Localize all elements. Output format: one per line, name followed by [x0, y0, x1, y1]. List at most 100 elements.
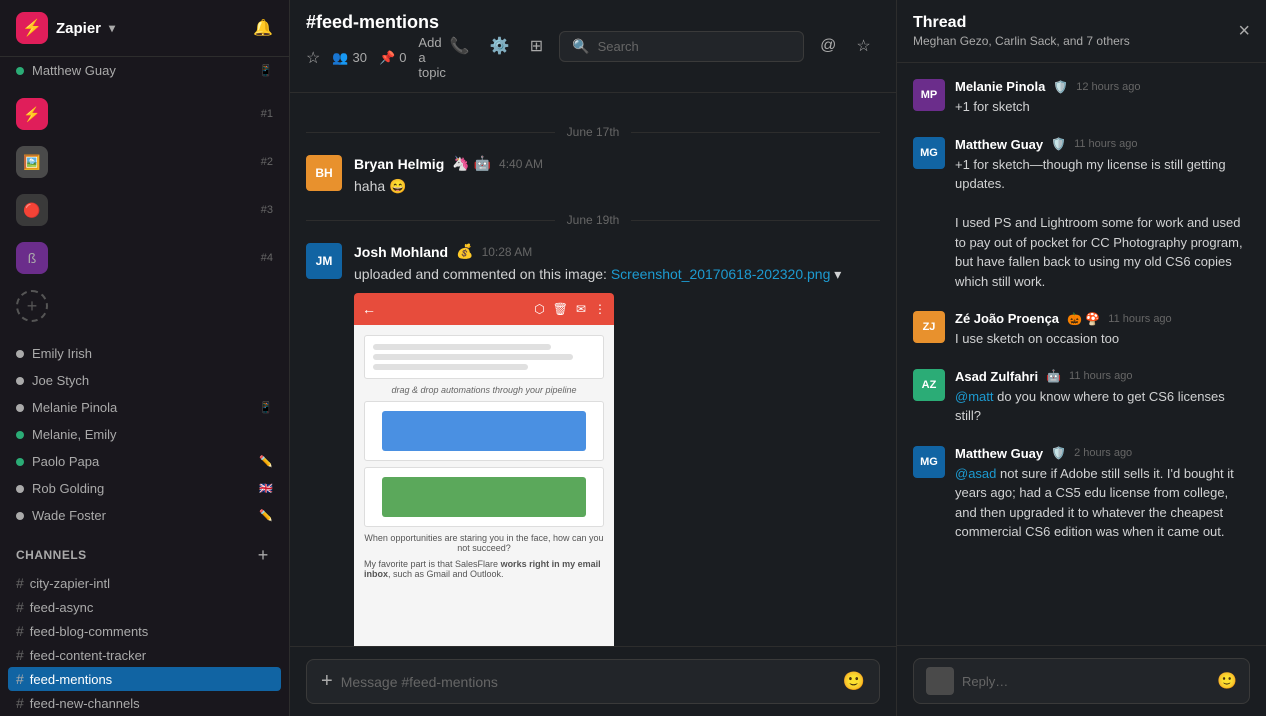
workspace-header: ⚡ Zapier ▾ 🔔 — [0, 0, 289, 57]
channel-feed-async[interactable]: # feed-async — [0, 595, 289, 619]
more-options-icon[interactable]: ⋮ — [887, 32, 896, 60]
apps-section: ⚡ #1 🖼️ #2 🔴 #3 ß #4 + — [0, 84, 289, 336]
message-content-bryan: Bryan Helmig 🦄 🤖 4:40 AM haha 😄 — [354, 155, 880, 197]
thread-msg-content-1: Melanie Pinola 🛡️ 12 hours ago +1 for sk… — [955, 79, 1140, 117]
channel-name: feed-async — [30, 600, 94, 615]
search-input[interactable] — [598, 39, 792, 54]
dm-item-wade[interactable]: Wade Foster ✏️ — [0, 502, 289, 529]
dm-item-melanie-p[interactable]: Melanie Pinola 📱 — [0, 394, 289, 421]
pin-icon: 📌 — [379, 50, 395, 66]
add-attachment-button[interactable]: + — [321, 670, 333, 693]
channel-city-zapier-intl[interactable]: # city-zapier-intl — [0, 571, 289, 595]
channel-name-main: #feed-mentions — [306, 12, 439, 33]
message-author-josh: Josh Mohland — [354, 244, 448, 260]
rob-name: Rob Golding — [32, 481, 251, 496]
thread-header: Thread Meghan Gezo, Carlin Sack, and 7 o… — [897, 0, 1266, 63]
chevron-down-icon: ▾ — [109, 21, 115, 35]
add-topic-button[interactable]: Add a topic — [418, 35, 445, 80]
wade-name: Wade Foster — [32, 508, 251, 523]
workspace-name[interactable]: ⚡ Zapier ▾ — [16, 12, 115, 44]
message-input-box: + 🙂 — [306, 659, 880, 704]
add-apps-icon: + — [16, 290, 48, 322]
channel-hash-icon: # — [16, 575, 24, 591]
date-divider-2: June 19th — [306, 213, 880, 227]
thread-reply-input[interactable] — [962, 674, 1209, 689]
dm-item-paolo[interactable]: Paolo Papa ✏️ — [0, 448, 289, 475]
channel-pins[interactable]: 📌 0 — [379, 50, 406, 66]
phone-icon[interactable]: 📞 — [446, 32, 474, 60]
message-input-area: + 🙂 — [290, 646, 896, 716]
star-icon[interactable]: ☆ — [306, 48, 320, 68]
add-channel-button[interactable]: + — [253, 545, 273, 565]
mention-asad: @asad — [955, 466, 996, 481]
dropdown-icon[interactable]: ▾ — [834, 266, 841, 282]
dm-item-melanie-emily[interactable]: Melanie, Emily — [0, 421, 289, 448]
close-thread-button[interactable]: × — [1238, 20, 1250, 43]
settings-icon[interactable]: ⚙️ — [486, 32, 514, 60]
thread-text-5: @asad not sure if Adobe still sells it. … — [955, 464, 1250, 542]
channel-feed-mentions[interactable]: # feed-mentions — [8, 667, 281, 691]
message-header-bryan: Bryan Helmig 🦄 🤖 4:40 AM — [354, 155, 880, 172]
melanie-emily-name: Melanie, Emily — [32, 427, 273, 442]
app-label-4: #4 — [261, 252, 273, 264]
app-icon-3: 🔴 — [16, 194, 48, 226]
thread-subtitle: Meghan Gezo, Carlin Sack, and 7 others — [913, 34, 1130, 48]
channel-feed-content-tracker[interactable]: # feed-content-tracker — [0, 643, 289, 667]
notification-bell-icon[interactable]: 🔔 — [253, 18, 273, 38]
paolo-badge: ✏️ — [259, 455, 273, 468]
thread-reply-avatar — [926, 667, 954, 695]
at-icon[interactable]: @ — [816, 33, 840, 59]
user-status-dot — [16, 67, 24, 75]
thread-avatar-5: MG — [913, 446, 945, 478]
channel-members[interactable]: 👥 30 — [332, 50, 367, 66]
avatar-josh: JM — [306, 243, 342, 279]
thread-message-1: MP Melanie Pinola 🛡️ 12 hours ago +1 for… — [913, 79, 1250, 117]
thread-msg-content-5: Matthew Guay 🛡️ 2 hours ago @asad not su… — [955, 446, 1250, 542]
thread-avatar-3: ZJ — [913, 311, 945, 343]
search-icon: 🔍 — [572, 38, 589, 55]
app-item-3[interactable]: 🔴 #3 — [0, 188, 289, 232]
message-josh: JM Josh Mohland 💰 10:28 AM uploaded and … — [306, 243, 880, 646]
app-item-2[interactable]: 🖼️ #2 — [0, 140, 289, 184]
thread-msg-header-2: Matthew Guay 🛡️ 11 hours ago — [955, 137, 1250, 152]
message-author-bryan: Bryan Helmig — [354, 156, 444, 172]
workspace-label: Zapier — [56, 20, 101, 37]
message-content-josh: Josh Mohland 💰 10:28 AM uploaded and com… — [354, 243, 880, 646]
date-label-1: June 17th — [567, 125, 620, 139]
thread-msg-header-1: Melanie Pinola 🛡️ 12 hours ago — [955, 79, 1140, 94]
channel-feed-blog-comments[interactable]: # feed-blog-comments — [0, 619, 289, 643]
add-apps-button[interactable]: + — [0, 284, 289, 328]
app-item-1[interactable]: ⚡ #1 — [0, 92, 289, 136]
dm-item-rob[interactable]: Rob Golding 🇬🇧 — [0, 475, 289, 502]
paolo-status-dot — [16, 458, 24, 466]
layout-icon[interactable]: ⊞ — [526, 32, 547, 60]
rob-status-dot — [16, 485, 24, 493]
dm-section: Emily Irish Joe Stych Melanie Pinola 📱 M… — [0, 336, 289, 533]
paolo-name: Paolo Papa — [32, 454, 251, 469]
screenshot-link[interactable]: Screenshot_20170618-202320.png — [611, 266, 831, 282]
thread-text-2: +1 for sketch—though my license is still… — [955, 155, 1250, 292]
message-text-input[interactable] — [341, 674, 835, 690]
bookmark-icon[interactable]: ☆ — [852, 32, 874, 60]
pins-count: 0 — [399, 50, 406, 65]
channel-feed-new-channels[interactable]: # feed-new-channels — [0, 691, 289, 715]
emoji-picker-button[interactable]: 🙂 — [843, 671, 865, 692]
current-user-item[interactable]: Matthew Guay 📱 — [0, 57, 289, 84]
workspace-icon: ⚡ — [16, 12, 48, 44]
app-item-4[interactable]: ß #4 — [0, 236, 289, 280]
message-time-bryan: 4:40 AM — [499, 157, 543, 171]
thread-emoji-button[interactable]: 🙂 — [1217, 671, 1237, 691]
upload-text: uploaded and commented on this image: — [354, 266, 607, 282]
workspace-emoji: ⚡ — [22, 18, 42, 38]
app-icon-2: 🖼️ — [16, 146, 48, 178]
melanie-p-name: Melanie Pinola — [32, 400, 251, 415]
date-label-2: June 19th — [567, 213, 620, 227]
message-header-josh: Josh Mohland 💰 10:28 AM — [354, 243, 880, 260]
sidebar: ⚡ Zapier ▾ 🔔 Matthew Guay 📱 ⚡ #1 🖼️ #2 🔴… — [0, 0, 290, 716]
dm-item-joe[interactable]: Joe Stych — [0, 367, 289, 394]
channels-header: CHANNELS + — [0, 533, 289, 571]
dm-item-emily[interactable]: Emily Irish — [0, 340, 289, 367]
thread-time-5: 2 hours ago — [1074, 447, 1132, 459]
wade-status-dot — [16, 512, 24, 520]
search-box[interactable]: 🔍 — [559, 31, 804, 62]
